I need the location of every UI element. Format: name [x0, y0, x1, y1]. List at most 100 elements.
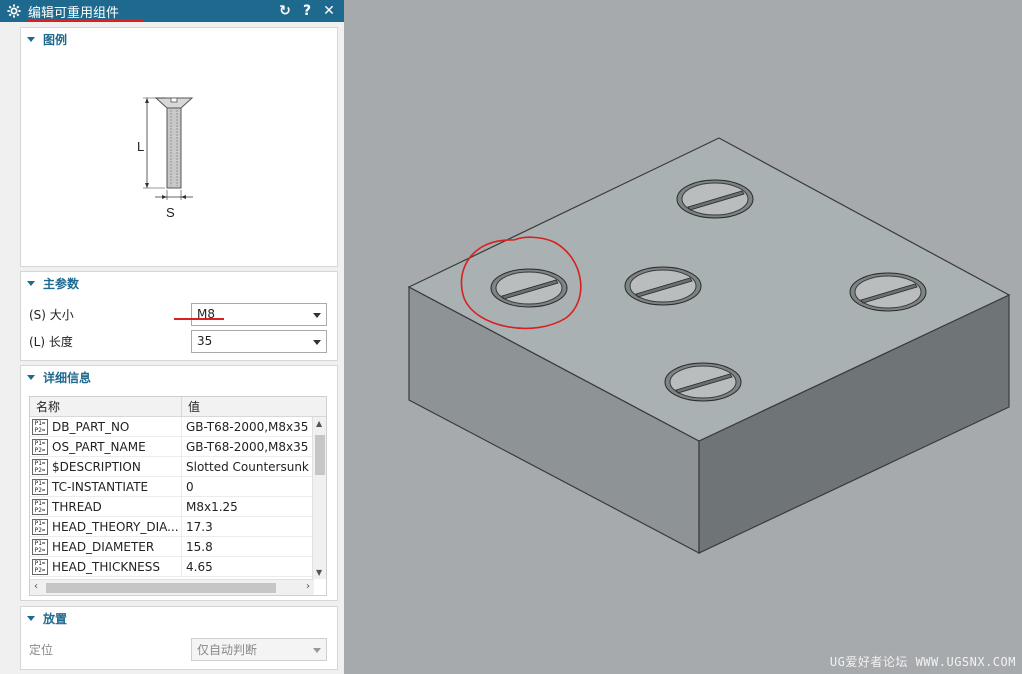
- close-button[interactable]: ✕: [320, 2, 338, 20]
- screw-head[interactable]: [849, 272, 927, 312]
- parameter-icon-line: P1=: [34, 459, 46, 467]
- parameter-icon: P1= P2=: [32, 518, 48, 535]
- parameter-value: GB-T68-2000,M8x35: [186, 419, 309, 434]
- parameter-name: HEAD_THICKNESS: [52, 559, 160, 574]
- length-dropdown[interactable]: 35: [191, 329, 327, 353]
- collapse-caret-icon: [27, 280, 35, 286]
- details-section-header[interactable]: 详细信息: [21, 366, 337, 388]
- position-row: 定位 仅自动判断: [21, 636, 337, 662]
- parameter-icon-line: P1=: [34, 419, 46, 427]
- parameter-icon-line: P1=: [34, 479, 46, 487]
- scrollbar-thumb[interactable]: [315, 435, 325, 475]
- placement-title: 放置: [43, 611, 68, 626]
- dialog-title: 编辑可重用组件: [28, 2, 272, 21]
- table-row[interactable]: P1= P2= HEAD_THICKNESS 4.65: [30, 557, 326, 577]
- parameter-name: HEAD_THEORY_DIA...: [52, 519, 179, 534]
- length-dropdown-value: 35: [197, 334, 213, 348]
- screw-head[interactable]: [490, 268, 568, 308]
- table-row[interactable]: P1= P2= TC-INSTANTIATE 0: [30, 477, 326, 497]
- column-header-name[interactable]: 名称: [30, 397, 182, 416]
- table-row[interactable]: P1= P2= DB_PART_NO GB-T68-2000,M8x35: [30, 417, 326, 437]
- parameter-value: GB-T68-2000,M8x35: [186, 439, 309, 454]
- table-cell-name: P1= P2= $DESCRIPTION: [30, 457, 182, 476]
- screw-head[interactable]: [676, 179, 754, 219]
- legend-section-header[interactable]: 图例: [21, 28, 337, 50]
- scroll-right-icon[interactable]: ›: [306, 581, 310, 592]
- main-params-title: 主参数: [43, 276, 80, 291]
- position-dropdown[interactable]: 仅自动判断: [191, 637, 327, 661]
- parameter-icon-line: P2=: [34, 446, 46, 454]
- watermark-text: UG爱好者论坛 WWW.UGSNX.COM: [829, 655, 1016, 669]
- table-row[interactable]: P1= P2= $DESCRIPTION Slotted Countersunk H: [30, 457, 326, 477]
- table-cell-name: P1= P2= HEAD_THICKNESS: [30, 557, 182, 576]
- collapse-caret-icon: [27, 36, 35, 42]
- table-row[interactable]: P1= P2= OS_PART_NAME GB-T68-2000,M8x35: [30, 437, 326, 457]
- parameter-icon-line: P2=: [34, 426, 46, 434]
- scrollbar-thumb[interactable]: [46, 583, 276, 593]
- scroll-down-icon[interactable]: ▼: [316, 568, 322, 577]
- dim-S-label: S: [166, 205, 175, 220]
- parameter-icon: P1= P2=: [32, 478, 48, 495]
- table-row[interactable]: P1= P2= HEAD_DIAMETER 15.8: [30, 537, 326, 557]
- length-label: (L) 长度: [29, 334, 73, 349]
- position-dropdown-value: 仅自动判断: [197, 642, 258, 657]
- scroll-left-icon[interactable]: ‹: [34, 581, 38, 592]
- red-annotation-underline: [28, 18, 144, 21]
- details-section: 详细信息 名称 值 P1= P2= DB_PART_NO GB-T68-2000,M8…: [20, 365, 338, 601]
- table-header: 名称 值: [30, 397, 326, 417]
- table-row[interactable]: P1= P2= HEAD_THEORY_DIA... 17.3: [30, 517, 326, 537]
- parameter-icon: P1= P2=: [32, 498, 48, 515]
- parameter-icon: P1= P2=: [32, 458, 48, 475]
- parameter-name: $DESCRIPTION: [52, 459, 141, 474]
- parameter-icon-line: P1=: [34, 439, 46, 447]
- parameter-icon-line: P2=: [34, 526, 46, 534]
- parameter-icon-line: P1=: [34, 559, 46, 567]
- details-title: 详细信息: [43, 370, 92, 385]
- table-row[interactable]: P1= P2= THREAD M8x1.25: [30, 497, 326, 517]
- block-with-screws-model[interactable]: [344, 0, 1022, 674]
- parameter-value: 15.8: [186, 539, 213, 554]
- details-table[interactable]: 名称 值 P1= P2= DB_PART_NO GB-T68-2000,M8x35 P1…: [29, 396, 327, 596]
- table-cell-name: P1= P2= TC-INSTANTIATE: [30, 477, 182, 496]
- parameter-value: Slotted Countersunk H: [186, 459, 312, 474]
- parameter-name: DB_PART_NO: [52, 419, 130, 434]
- parameter-icon: P1= P2=: [32, 538, 48, 555]
- parameter-name: OS_PART_NAME: [52, 439, 146, 454]
- parameter-name: TC-INSTANTIATE: [52, 479, 149, 494]
- parameter-icon-line: P2=: [34, 466, 46, 474]
- screw-head[interactable]: [624, 266, 702, 306]
- collapse-caret-icon: [27, 615, 35, 621]
- dim-L-label: L: [137, 139, 144, 154]
- main-params-section-header[interactable]: 主参数: [21, 272, 337, 294]
- column-header-value[interactable]: 值: [182, 397, 326, 416]
- help-button[interactable]: ?: [298, 2, 316, 20]
- parameter-name: THREAD: [52, 499, 102, 514]
- size-dropdown[interactable]: M8: [191, 302, 327, 326]
- table-cell-name: P1= P2= OS_PART_NAME: [30, 437, 182, 456]
- parameter-name: HEAD_DIAMETER: [52, 539, 155, 554]
- parameter-icon-line: P2=: [34, 566, 46, 574]
- legend-section: 图例 L S: [20, 27, 338, 267]
- screw-head[interactable]: [664, 362, 742, 402]
- edit-reusable-component-dialog: 编辑可重用组件 ↻ ? ✕ 图例 L S 主参数 (S) 大小 M8 (L) 长…: [0, 0, 344, 674]
- parameter-value: M8x1.25: [186, 499, 238, 514]
- horizontal-scrollbar[interactable]: ‹ ›: [30, 579, 314, 595]
- main-params-section: 主参数 (S) 大小 M8 (L) 长度 35: [20, 271, 338, 361]
- graphics-viewport[interactable]: UG爱好者论坛 WWW.UGSNX.COM: [344, 0, 1022, 674]
- collapse-caret-icon: [27, 374, 35, 380]
- placement-section-header[interactable]: 放置: [21, 607, 337, 629]
- table-cell-name: P1= P2= THREAD: [30, 497, 182, 516]
- dialog-titlebar[interactable]: 编辑可重用组件 ↻ ? ✕: [0, 0, 344, 22]
- table-cell-name: P1= P2= HEAD_THEORY_DIA...: [30, 517, 182, 536]
- dropdown-arrow-icon: [313, 339, 321, 345]
- gear-icon[interactable]: [6, 3, 22, 19]
- parameter-value: 0: [186, 479, 194, 494]
- size-row: (S) 大小 M8: [21, 301, 337, 327]
- parameter-icon-line: P1=: [34, 499, 46, 507]
- reset-button[interactable]: ↻: [276, 2, 294, 20]
- parameter-value: 4.65: [186, 559, 213, 574]
- scroll-up-icon[interactable]: ▲: [316, 419, 322, 428]
- vertical-scrollbar[interactable]: ▲ ▼: [312, 417, 326, 579]
- parameter-icon: P1= P2=: [32, 438, 48, 455]
- parameter-icon: P1= P2=: [32, 558, 48, 575]
